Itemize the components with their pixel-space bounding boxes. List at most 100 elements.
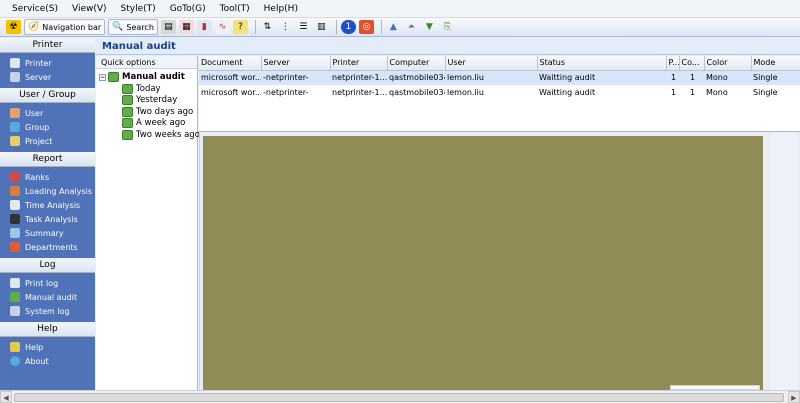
sidebar-group-log[interactable]: Log — [0, 258, 95, 273]
horizontal-scrollbar[interactable]: ◀ ▶ — [0, 390, 800, 403]
table-header-row: Document Server Printer Computer User St… — [199, 56, 800, 71]
column-header-user[interactable]: User — [445, 56, 538, 71]
menu-service[interactable]: Service(S) — [12, 4, 58, 14]
cell-printer: netprinter-1... — [332, 88, 387, 97]
sidebar-item-ranks[interactable]: Ranks — [0, 170, 95, 184]
sidebar-group-report[interactable]: Report — [0, 152, 95, 167]
sidebar-group-user[interactable]: User / Group — [0, 88, 95, 103]
columns-icon[interactable]: ▥ — [314, 20, 329, 34]
cell-document: microsoft wor... — [199, 70, 261, 85]
tree-node-two-weeks-ago[interactable]: Two weeks ago — [96, 129, 200, 141]
sidebar-item-departments[interactable]: Departments — [0, 240, 95, 254]
toolbar: ☢ 🧭 Navigation bar 🔍 Search ▤ ▦ ▮ ∿ ? ⇅ ⋮ … — [0, 18, 800, 37]
menu-bar: Service(S) View(V) Style(T) GoTo(G) Tool… — [0, 0, 800, 18]
server-icon — [10, 72, 20, 82]
sort-icon[interactable]: ⇅ — [260, 20, 275, 34]
tree-node-a-week-ago[interactable]: A week ago — [96, 118, 197, 130]
sidebar-item-group[interactable]: Group — [0, 120, 95, 134]
column-header-server[interactable]: Server — [261, 56, 331, 71]
quick-options-panel: Quick options − Manual audit Today Yeste… — [96, 56, 200, 390]
column-header-pages[interactable]: P... — [666, 56, 680, 71]
sidebar-item-task-analysis[interactable]: Task Analysis — [0, 212, 95, 226]
sidebar-item-manual-audit[interactable]: Manual audit — [0, 290, 95, 304]
tree-node-today[interactable]: Today — [96, 83, 197, 95]
column-header-mode[interactable]: Mode — [751, 56, 800, 71]
scroll-thumb[interactable] — [14, 392, 784, 402]
column-header-printer[interactable]: Printer — [330, 56, 388, 71]
menu-view[interactable]: View(V) — [72, 4, 107, 14]
group-icon[interactable]: ⋮ — [278, 20, 293, 34]
audit-job-table: Document Server Printer Computer User St… — [199, 56, 800, 132]
scroll-right-icon[interactable]: ▶ — [788, 391, 800, 403]
sidebar-item-about[interactable]: About — [0, 354, 95, 368]
sidebar-item-printer[interactable]: Printer — [0, 56, 95, 70]
search-button[interactable]: 🔍 Search — [108, 19, 158, 35]
stop-icon[interactable]: ◎ — [358, 20, 374, 34]
printer-alert-icon[interactable]: ▦ — [178, 20, 194, 34]
document-preview-panel — [199, 133, 800, 390]
menu-style[interactable]: Style(T) — [121, 4, 156, 14]
navigation-bar-button[interactable]: 🧭 Navigation bar — [24, 19, 106, 35]
table-row[interactable]: microsoft wor... -netprinter- netprinter… — [199, 70, 800, 85]
cell-mode: Single — [753, 88, 778, 97]
cell-mode: Single — [751, 70, 800, 85]
move-top-icon[interactable]: ⏶ — [404, 20, 419, 34]
page-title: Manual audit — [96, 38, 800, 55]
list-icon[interactable]: ☰ — [296, 20, 311, 34]
sidebar-item-help[interactable]: Help — [0, 340, 95, 354]
sidebar-group-printer[interactable]: Printer — [0, 38, 95, 53]
sidebar-group-help[interactable]: Help — [0, 322, 95, 337]
audit-folder-icon — [108, 72, 119, 82]
cell-pages: 1 — [666, 70, 679, 85]
tree-node-two-days-ago[interactable]: Two days ago — [96, 106, 197, 118]
tree-collapse-icon[interactable]: − — [99, 73, 106, 81]
help-question-icon[interactable]: ? — [232, 20, 248, 34]
user-icon — [10, 108, 20, 118]
table-row[interactable]: microsoft wor... -netprinter- netprinter… — [199, 85, 800, 100]
menu-tool[interactable]: Tool(T) — [220, 4, 250, 14]
move-down-icon[interactable]: ▼ — [422, 20, 437, 34]
sidebar-item-system-log[interactable]: System log — [0, 304, 95, 318]
sidebar-item-project[interactable]: Project — [0, 134, 95, 148]
ranks-icon — [10, 172, 20, 182]
manual-audit-icon — [10, 292, 20, 302]
scroll-left-icon[interactable]: ◀ — [0, 391, 12, 403]
cell-status: Waitting audit — [537, 70, 666, 85]
cell-copies: 1 — [689, 88, 696, 97]
sidebar-item-server[interactable]: Server — [0, 70, 95, 84]
info-icon[interactable]: 1 — [340, 20, 356, 34]
tree-root-manual-audit[interactable]: − Manual audit — [96, 71, 197, 83]
sidebar-item-user[interactable]: User — [0, 106, 95, 120]
tree-node-yesterday[interactable]: Yesterday — [96, 95, 197, 107]
search-icon: 🔍 — [112, 22, 124, 32]
scroll-track[interactable] — [12, 392, 788, 403]
cell-printer: netprinter-1... — [330, 70, 387, 85]
document-preview-canvas[interactable] — [203, 136, 763, 390]
audit-node-icon — [122, 129, 133, 140]
sidebar-item-print-log[interactable]: Print log — [0, 276, 95, 290]
menu-goto[interactable]: GoTo(G) — [170, 4, 206, 14]
move-up-icon[interactable]: ▲ — [386, 20, 401, 34]
column-header-color[interactable]: Color — [704, 56, 752, 71]
radiation-icon[interactable]: ☢ — [6, 20, 21, 34]
cell-copies: 1 — [679, 70, 704, 85]
printer-icon — [10, 58, 20, 68]
project-icon — [10, 136, 20, 146]
column-header-computer[interactable]: Computer — [387, 56, 446, 71]
sidebar-item-loading-analysis[interactable]: Loading Analysis — [0, 184, 95, 198]
column-header-status[interactable]: Status — [537, 56, 667, 71]
line-chart-icon[interactable]: ∿ — [214, 20, 230, 34]
menu-help[interactable]: Help(H) — [264, 4, 298, 14]
column-header-document[interactable]: Document — [199, 56, 262, 71]
bar-chart-icon[interactable]: ▮ — [196, 20, 212, 34]
toolbar-separator — [335, 20, 337, 34]
about-icon — [10, 356, 20, 366]
audit-node-icon — [122, 95, 133, 106]
printer-icon[interactable]: ▤ — [160, 20, 176, 34]
sidebar-item-summary[interactable]: Summary — [0, 226, 95, 240]
summary-icon — [10, 228, 20, 238]
column-header-copies[interactable]: Co... — [679, 56, 705, 71]
export-icon[interactable]: ⎘ — [440, 20, 455, 34]
sidebar-item-time-analysis[interactable]: Time Analysis — [0, 198, 95, 212]
cell-pages: 1 — [670, 88, 677, 97]
